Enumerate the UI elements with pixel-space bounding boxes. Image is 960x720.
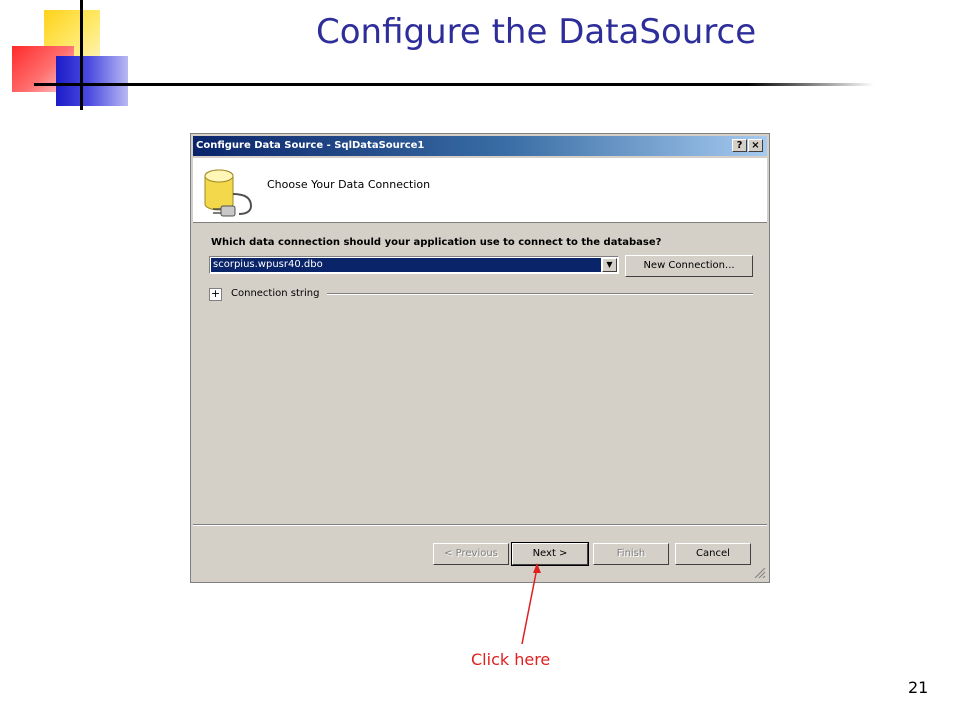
help-button[interactable]: ? — [732, 139, 747, 152]
connection-question: Which data connection should your applic… — [211, 237, 662, 248]
resize-grip-icon[interactable] — [754, 567, 766, 579]
arrow-icon — [521, 563, 541, 645]
footer-divider — [193, 524, 767, 526]
wizard-step-title: Choose Your Data Connection — [267, 178, 431, 191]
dropdown-arrow-icon[interactable]: ▼ — [602, 258, 617, 272]
page-number: 21 — [908, 678, 929, 697]
wizard-header: Choose Your Data Connection — [193, 158, 767, 223]
decor-horizontal-line — [34, 83, 874, 86]
configure-data-source-dialog: Configure Data Source - SqlDataSource1 ?… — [190, 133, 770, 583]
new-connection-button[interactable]: New Connection... — [625, 255, 753, 277]
close-button[interactable]: × — [748, 139, 763, 152]
expand-icon[interactable]: + — [209, 288, 222, 301]
previous-button: < Previous — [433, 543, 509, 565]
dialog-titlebar[interactable]: Configure Data Source - SqlDataSource1 ?… — [193, 136, 767, 156]
help-icon: ? — [736, 140, 743, 151]
database-icon — [204, 169, 253, 217]
selected-connection: scorpius.wpusr40.dbo — [211, 258, 601, 272]
decor-blue-square — [56, 56, 128, 106]
click-here-annotation: Click here — [471, 650, 551, 669]
connection-string-label: Connection string — [231, 288, 320, 299]
data-connection-dropdown[interactable]: scorpius.wpusr40.dbo ▼ — [209, 256, 619, 274]
finish-button: Finish — [593, 543, 669, 565]
cancel-button[interactable]: Cancel — [675, 543, 751, 565]
slide-title: Configure the DataSource — [316, 12, 757, 52]
connection-string-divider — [327, 293, 753, 295]
dialog-title: Configure Data Source - SqlDataSource1 — [196, 140, 425, 151]
close-icon: × — [751, 140, 760, 151]
decor-vertical-line — [80, 0, 83, 110]
